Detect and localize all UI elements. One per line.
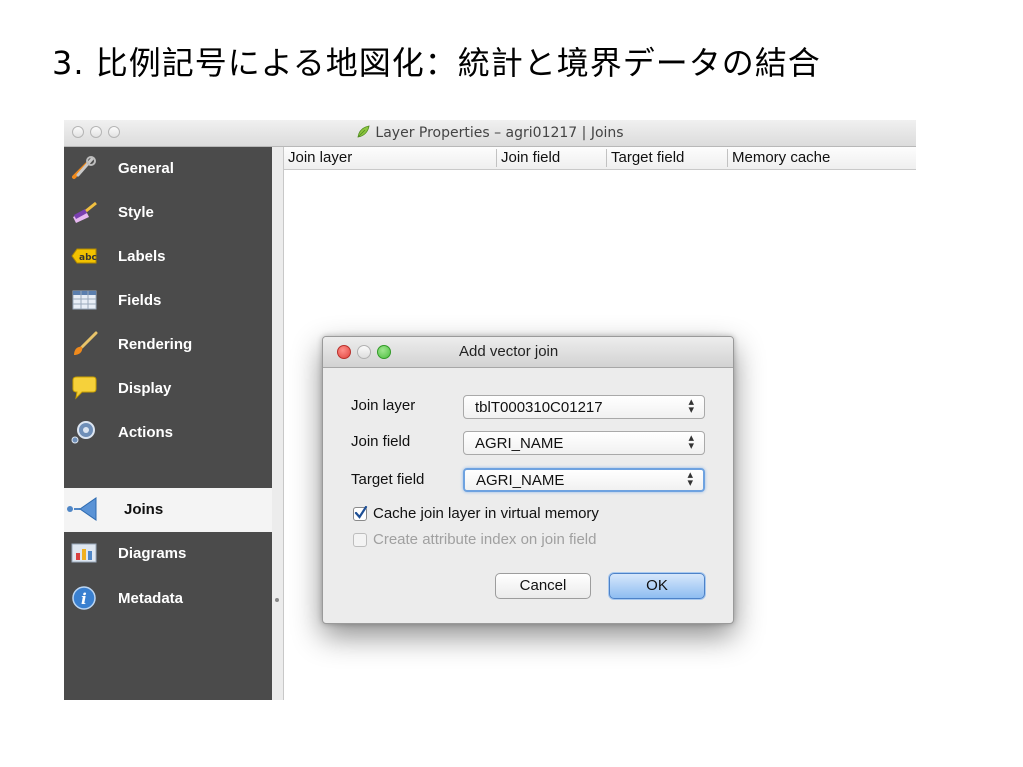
- join-layer-label: Join layer: [351, 397, 416, 414]
- updown-arrows-icon: ▴ ▾: [688, 396, 694, 416]
- window-title-text: Layer Properties – agri01217 | Joins: [375, 125, 624, 141]
- sidebar-item-label: Fields: [118, 292, 162, 309]
- svg-text:i: i: [81, 590, 87, 608]
- qgis-leaf-icon: [357, 125, 370, 138]
- create-index-checkbox: [353, 533, 367, 547]
- join-field-label: Join field: [351, 433, 411, 450]
- brush-icon: [74, 331, 98, 355]
- abc-label-icon: abc: [71, 248, 97, 264]
- dialog-title: Add vector join: [459, 343, 559, 360]
- window-titlebar: Layer Properties – agri01217 | Joins: [64, 120, 916, 147]
- sidebar-item-label: Diagrams: [118, 545, 187, 562]
- dialog-minimize-button[interactable]: [357, 345, 371, 359]
- sidebar-item-rendering[interactable]: Rendering: [64, 323, 272, 367]
- dialog-zoom-button[interactable]: [377, 345, 391, 359]
- tools-icon: [72, 156, 96, 179]
- window-title: Layer Properties – agri01217 | Joins: [64, 125, 916, 141]
- column-join-field[interactable]: Join field: [496, 149, 606, 167]
- table-header: Join layer Join field Target field Memor…: [284, 147, 916, 170]
- sidebar-item-style[interactable]: Style: [64, 191, 272, 235]
- join-layer-value: tblT000310C01217: [475, 399, 603, 416]
- column-join-layer[interactable]: Join layer: [284, 149, 496, 167]
- dialog-titlebar: Add vector join: [323, 337, 733, 368]
- ok-button[interactable]: OK: [609, 573, 705, 599]
- sidebar-item-label: General: [118, 160, 174, 177]
- sidebar-item-label: Metadata: [118, 590, 184, 607]
- sidebar-splitter[interactable]: [272, 147, 284, 700]
- sidebar-item-joins[interactable]: Joins: [64, 488, 272, 532]
- sidebar-item-label: Labels: [118, 248, 166, 265]
- sidebar-item-label: Display: [118, 380, 172, 397]
- sidebar-item-actions[interactable]: Actions: [64, 411, 272, 455]
- column-target-field[interactable]: Target field: [606, 149, 727, 167]
- sidebar-item-labels[interactable]: abc Labels: [64, 235, 272, 279]
- add-vector-join-dialog: Add vector join Join layer tblT000310C01…: [322, 336, 734, 624]
- sidebar-item-fields[interactable]: Fields: [64, 279, 272, 323]
- speech-bubble-icon: [72, 376, 97, 400]
- target-field-value: AGRI_NAME: [476, 472, 565, 489]
- join-arrow-icon: [67, 497, 97, 521]
- target-field-select[interactable]: AGRI_NAME ▴ ▾: [463, 468, 705, 492]
- column-memory-cache[interactable]: Memory cache: [727, 149, 916, 167]
- cache-join-layer-label: Cache join layer in virtual memory: [373, 505, 599, 522]
- sidebar-item-label: Style: [118, 204, 154, 221]
- updown-arrows-icon: ▴ ▾: [688, 432, 694, 452]
- sidebar-item-general[interactable]: General: [64, 147, 272, 191]
- info-icon: i: [72, 586, 96, 610]
- table-icon: [72, 290, 97, 310]
- sidebar-item-label: Actions: [118, 424, 174, 441]
- slide-title: 3. 比例記号による地図化：統計と境界データの結合: [52, 44, 821, 82]
- paintbrush-icon: [73, 201, 97, 223]
- target-field-label: Target field: [351, 471, 425, 488]
- gear-icon: [71, 421, 95, 444]
- splitter-grip[interactable]: [275, 598, 279, 602]
- create-index-label: Create attribute index on join field: [373, 531, 597, 548]
- sidebar-item-diagrams[interactable]: Diagrams: [64, 532, 272, 576]
- join-layer-select[interactable]: tblT000310C01217 ▴ ▾: [463, 395, 705, 419]
- dialog-close-button[interactable]: [337, 345, 351, 359]
- updown-arrows-icon: ▴ ▾: [687, 469, 693, 489]
- join-field-select[interactable]: AGRI_NAME ▴ ▾: [463, 431, 705, 455]
- properties-sidebar: General Style abc Labels Fields Renderin…: [64, 147, 272, 700]
- diagram-icon: [71, 543, 97, 563]
- svg-text:abc: abc: [79, 253, 97, 263]
- sidebar-item-display[interactable]: Display: [64, 367, 272, 411]
- join-field-value: AGRI_NAME: [475, 435, 564, 452]
- cancel-button[interactable]: Cancel: [495, 573, 591, 599]
- sidebar-item-label: Rendering: [118, 336, 193, 353]
- cache-join-layer-checkbox[interactable]: [353, 506, 368, 521]
- sidebar-item-label: Joins: [124, 501, 164, 518]
- sidebar-item-metadata[interactable]: i Metadata: [64, 577, 272, 621]
- checkmark-icon: [354, 506, 368, 519]
